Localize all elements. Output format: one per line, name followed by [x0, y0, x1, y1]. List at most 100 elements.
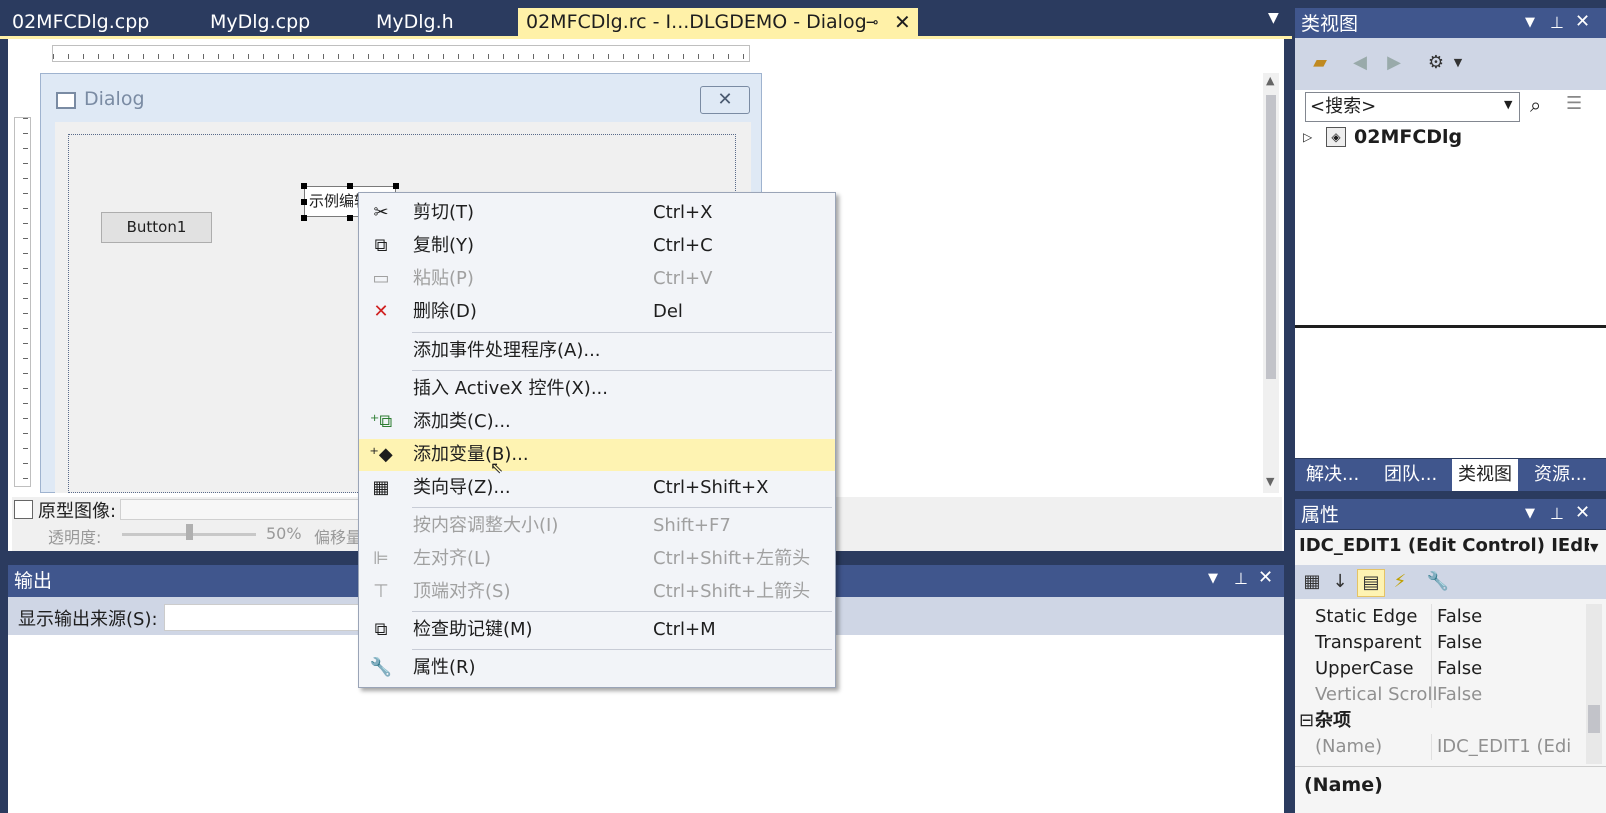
property-row[interactable]: Static Edge False — [1295, 604, 1585, 630]
align-top-icon: ⊤ — [373, 581, 389, 602]
properties-scroll-thumb[interactable] — [1588, 705, 1600, 733]
expand-icon[interactable]: ▷ — [1303, 130, 1312, 144]
tab-02mfcdlg-rc[interactable]: 02MFCDlg.rc - I...DLGDEMO - Dialog ⊸ ✕ — [518, 8, 918, 36]
tab-team[interactable]: 团队... — [1378, 459, 1443, 491]
new-folder-icon[interactable]: ▰ — [1307, 50, 1333, 76]
project-icon: ◈ — [1326, 127, 1346, 147]
resize-handle[interactable] — [301, 199, 307, 205]
menu-item-properties[interactable]: 🔧 属性(R) — [359, 652, 835, 684]
project-node[interactable]: 02MFCDlg — [1354, 126, 1462, 148]
property-value[interactable]: False — [1437, 604, 1482, 630]
properties-pin-icon[interactable]: ⊥ — [1550, 504, 1564, 523]
events-lightning-icon[interactable]: ⚡ — [1387, 569, 1413, 595]
menu-item-add-event-handler[interactable]: 添加事件处理程序(A)... — [359, 335, 835, 367]
category-label: 杂项 — [1315, 710, 1351, 731]
menu-item-copy[interactable]: ⧉ 复制(Y) Ctrl+C — [359, 230, 835, 262]
tab-resource[interactable]: 资源... — [1528, 459, 1593, 491]
close-icon[interactable]: ✕ — [894, 8, 911, 36]
menu-shortcut: Del — [653, 301, 683, 322]
property-row[interactable]: Vertical Scroll False — [1295, 682, 1585, 708]
property-row[interactable]: Transparent False — [1295, 630, 1585, 656]
dialog-close-button[interactable]: ✕ — [700, 86, 750, 114]
resize-handle[interactable] — [347, 215, 353, 221]
menu-item-class-wizard[interactable]: ▦ 类向导(Z)... Ctrl+Shift+X — [359, 472, 835, 504]
menu-separator — [412, 649, 832, 650]
resize-handle[interactable] — [347, 183, 353, 189]
scrollbar-thumb[interactable] — [1266, 95, 1276, 379]
classview-splitter[interactable] — [1295, 325, 1606, 328]
classview-close-icon[interactable]: ✕ — [1575, 11, 1590, 32]
check-mnemonic-icon: ⧉ — [374, 619, 388, 640]
output-close-icon[interactable]: ✕ — [1258, 567, 1273, 588]
alphabetical-icon[interactable]: ↓ — [1327, 569, 1353, 595]
tab-mydlg-cpp[interactable]: MyDlg.cpp — [210, 8, 310, 36]
categorized-icon[interactable]: ▦ — [1299, 569, 1325, 595]
settings-dropdown-icon[interactable]: ▼ — [1445, 50, 1471, 76]
property-category[interactable]: ⊟ 杂项 — [1295, 708, 1585, 734]
properties-dropdown-icon[interactable]: ▼ — [1525, 506, 1535, 521]
resize-handle[interactable] — [301, 215, 307, 221]
classview-pin-icon[interactable]: ⊥ — [1550, 13, 1564, 32]
tab-dropdown-icon[interactable]: ▼ — [1268, 10, 1279, 26]
transparency-slider-thumb[interactable] — [186, 524, 193, 540]
resize-handle[interactable] — [393, 183, 399, 189]
tab-02mfcdlg-cpp[interactable]: 02MFCDlg.cpp — [12, 8, 149, 36]
tab-classview[interactable]: 类视图 — [1452, 459, 1518, 491]
menu-shortcut: Ctrl+V — [653, 268, 713, 289]
output-dropdown-icon[interactable]: ▼ — [1208, 571, 1218, 586]
add-variable-icon: ⁺◆ — [369, 444, 393, 465]
paste-icon: ▭ — [372, 268, 390, 289]
forward-icon[interactable]: ▶ — [1381, 50, 1407, 76]
menu-item-align-top: ⊤ 顶端对齐(S) Ctrl+Shift+上箭头 — [359, 576, 835, 608]
prototype-path-field[interactable] — [120, 499, 370, 520]
menu-shortcut: Ctrl+M — [653, 619, 716, 640]
property-name: (Name) — [1315, 736, 1383, 757]
collapse-icon[interactable]: ⊟ — [1299, 708, 1314, 734]
object-dropdown-icon[interactable]: ▼ — [1590, 541, 1598, 554]
menu-separator — [412, 332, 832, 333]
properties-icon[interactable]: ▤ — [1357, 569, 1385, 597]
scroll-up-icon[interactable]: ▲ — [1266, 74, 1274, 87]
filter-icon[interactable]: ☰ — [1566, 93, 1582, 114]
output-title: 输出 — [14, 570, 53, 592]
classview-dropdown-icon[interactable]: ▼ — [1525, 15, 1535, 30]
property-row[interactable]: UpperCase False — [1295, 656, 1585, 682]
menu-item-check-mnemonics[interactable]: ⧉ 检查助记键(M) Ctrl+M — [359, 614, 835, 646]
menu-label: 剪切(T) — [413, 202, 475, 223]
property-value[interactable]: False — [1437, 682, 1482, 708]
property-row[interactable]: (Name) IDC_EDIT1 (Edi — [1295, 734, 1585, 760]
prototype-checkbox[interactable] — [14, 500, 33, 519]
search-icon[interactable]: ⌕ — [1530, 93, 1541, 117]
property-value[interactable]: False — [1437, 630, 1482, 656]
classview-search-input[interactable]: <搜索> — [1305, 92, 1520, 122]
menu-separator — [412, 370, 832, 371]
menu-item-cut[interactable]: ✂ 剪切(T) Ctrl+X — [359, 197, 835, 229]
output-pin-icon[interactable]: ⊥ — [1234, 569, 1248, 588]
property-separator — [1431, 656, 1432, 682]
output-source-select[interactable] — [164, 604, 364, 631]
menu-item-add-class[interactable]: ⁺⧉ 添加类(C)... — [359, 406, 835, 438]
menu-separator — [412, 611, 832, 612]
property-separator — [1431, 734, 1432, 760]
menu-item-delete[interactable]: ✕ 删除(D) Del — [359, 296, 835, 328]
property-value[interactable]: IDC_EDIT1 (Edi — [1437, 734, 1571, 760]
properties-close-icon[interactable]: ✕ — [1575, 502, 1590, 523]
properties-scrollbar[interactable] — [1586, 604, 1602, 764]
menu-item-add-variable[interactable]: ⁺◆ 添加变量(B)... — [359, 439, 835, 471]
property-name: Vertical Scroll — [1315, 684, 1438, 705]
menu-item-insert-activex[interactable]: 插入 ActiveX 控件(X)... — [359, 373, 835, 405]
tab-solution[interactable]: 解决... — [1300, 459, 1365, 491]
properties-object-selector[interactable]: IDC_EDIT1 (Edit Control) IEdBox — [1299, 535, 1589, 556]
tab-mydlg-h[interactable]: MyDlg.h — [376, 8, 454, 36]
property-value[interactable]: False — [1437, 656, 1482, 682]
button1[interactable]: Button1 — [101, 212, 212, 243]
scroll-down-icon[interactable]: ▼ — [1266, 475, 1274, 488]
pin-icon[interactable]: ⊸ — [866, 8, 879, 36]
menu-shortcut: Ctrl+Shift+上箭头 — [653, 581, 811, 602]
resize-handle[interactable] — [301, 183, 307, 189]
property-pages-wrench-icon[interactable]: 🔧 — [1425, 569, 1451, 595]
property-description-title: (Name) — [1304, 774, 1383, 796]
property-separator — [1431, 630, 1432, 656]
back-icon[interactable]: ◀ — [1347, 50, 1373, 76]
search-dropdown-icon[interactable]: ▼ — [1504, 98, 1512, 111]
